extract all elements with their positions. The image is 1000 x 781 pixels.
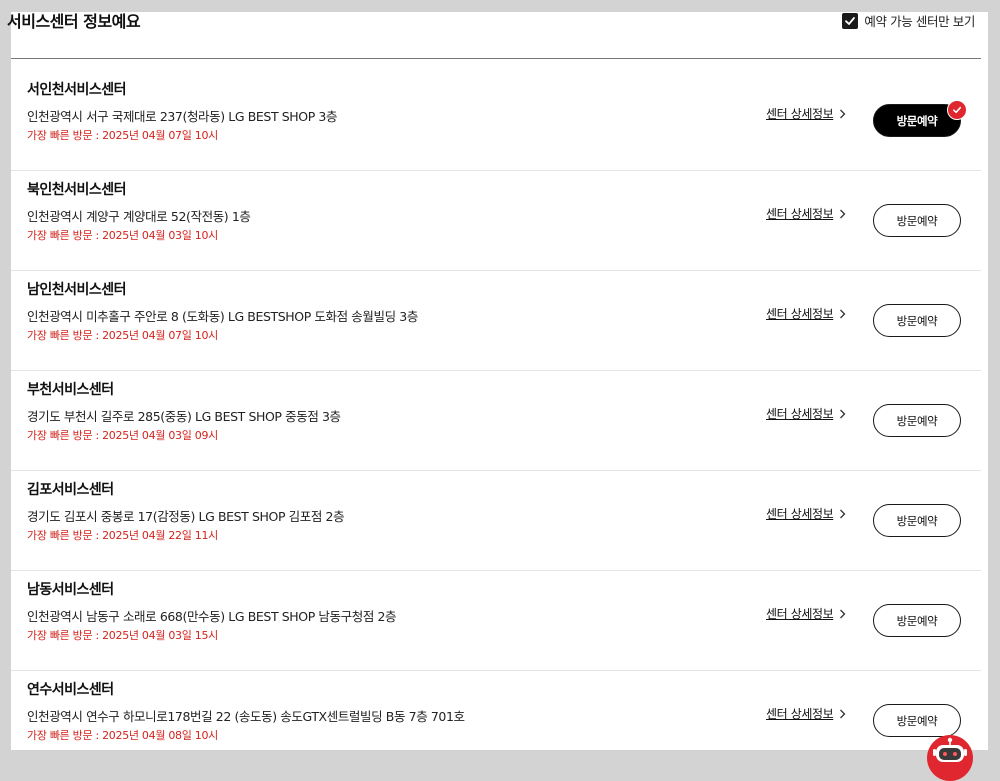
page-title: 서비스센터 정보예요: [7, 12, 141, 31]
earliest-visit: 가장 빠른 방문 : 2025년 04월 07일 10시: [27, 129, 218, 142]
center-name: 부천서비스센터: [27, 382, 114, 398]
center-detail-label: 센터 상세정보: [766, 307, 834, 321]
chevron-right-icon: [840, 709, 846, 718]
chevron-right-icon: [840, 109, 846, 118]
chevron-right-icon: [840, 409, 846, 418]
earliest-visit: 가장 빠른 방문 : 2025년 04월 08일 10시: [27, 729, 218, 742]
center-row: 남동서비스센터 인천광역시 남동구 소래로 668(만수동) LG BEST S…: [11, 571, 981, 671]
panel-header: 서비스센터 정보예요 예약 가능 센터만 보기: [7, 11, 981, 59]
visit-reserve-button[interactable]: 방문예약: [873, 404, 961, 437]
chevron-right-icon: [840, 509, 846, 518]
visit-reserve-button[interactable]: 방문예약: [873, 704, 961, 737]
center-address: 인천광역시 계양구 계양대로 52(작전동) 1층: [27, 209, 251, 224]
visit-reserve-button[interactable]: 방문예약: [873, 504, 961, 537]
center-detail-label: 센터 상세정보: [766, 107, 834, 121]
center-detail-label: 센터 상세정보: [766, 407, 834, 421]
center-row: 남인천서비스센터 인천광역시 미추홀구 주안로 8 (도화동) LG BESTS…: [11, 271, 981, 371]
center-address: 인천광역시 연수구 하모니로178번길 22 (송도동) 송도GTX센트럴빌딩 …: [27, 709, 465, 724]
center-detail-link[interactable]: 센터 상세정보: [766, 505, 846, 522]
service-center-panel: 서비스센터 정보예요 예약 가능 센터만 보기 서인천서비스센터 인천광역시 서…: [7, 11, 988, 750]
center-row: 부천서비스센터 경기도 부천시 길주로 285(중동) LG BEST SHOP…: [11, 371, 981, 471]
earliest-visit: 가장 빠른 방문 : 2025년 04월 03일 09시: [27, 429, 218, 442]
center-list: 서인천서비스센터 인천광역시 서구 국제대로 237(청라동) LG BEST …: [11, 71, 981, 770]
center-detail-link[interactable]: 센터 상세정보: [766, 605, 846, 622]
center-row: 연수서비스센터 인천광역시 연수구 하모니로178번길 22 (송도동) 송도G…: [11, 671, 981, 770]
chatbot-button[interactable]: [927, 735, 973, 781]
center-address: 인천광역시 남동구 소래로 668(만수동) LG BEST SHOP 남동구청…: [27, 609, 397, 624]
visit-reserve-button[interactable]: 방문예약: [873, 204, 961, 237]
earliest-visit: 가장 빠른 방문 : 2025년 04월 03일 10시: [27, 229, 218, 242]
visit-reserve-button[interactable]: 방문예약: [873, 304, 961, 337]
available-only-label: 예약 가능 센터만 보기: [864, 14, 975, 29]
center-row: 북인천서비스센터 인천광역시 계양구 계양대로 52(작전동) 1층 가장 빠른…: [11, 171, 981, 271]
center-detail-label: 센터 상세정보: [766, 207, 834, 221]
center-detail-label: 센터 상세정보: [766, 607, 834, 621]
chevron-right-icon: [840, 309, 846, 318]
center-name: 서인천서비스센터: [27, 82, 127, 98]
center-address: 경기도 부천시 길주로 285(중동) LG BEST SHOP 중동점 3층: [27, 409, 341, 424]
center-detail-link[interactable]: 센터 상세정보: [766, 205, 846, 222]
center-name: 김포서비스센터: [27, 482, 114, 498]
center-detail-label: 센터 상세정보: [766, 707, 834, 721]
center-name: 남인천서비스센터: [27, 282, 127, 298]
center-detail-label: 센터 상세정보: [766, 507, 834, 521]
center-name: 연수서비스센터: [27, 682, 114, 698]
chevron-right-icon: [840, 609, 846, 618]
center-address: 경기도 김포시 중봉로 17(감정동) LG BEST SHOP 김포점 2층: [27, 509, 345, 524]
available-only-filter[interactable]: 예약 가능 센터만 보기: [842, 11, 975, 30]
earliest-visit: 가장 빠른 방문 : 2025년 04월 22일 11시: [27, 529, 218, 542]
center-address: 인천광역시 서구 국제대로 237(청라동) LG BEST SHOP 3층: [27, 109, 338, 124]
center-address: 인천광역시 미추홀구 주안로 8 (도화동) LG BESTSHOP 도화점 송…: [27, 309, 418, 324]
center-name: 북인천서비스센터: [27, 182, 127, 198]
center-row: 서인천서비스센터 인천광역시 서구 국제대로 237(청라동) LG BEST …: [11, 71, 981, 171]
check-badge-icon: [947, 100, 967, 120]
available-only-checkbox[interactable]: [842, 12, 859, 29]
center-detail-link[interactable]: 센터 상세정보: [766, 405, 846, 422]
checkmark-icon: [845, 16, 856, 25]
visit-reserve-button[interactable]: 방문예약: [873, 604, 961, 637]
center-row: 김포서비스센터 경기도 김포시 중봉로 17(감정동) LG BEST SHOP…: [11, 471, 981, 571]
center-detail-link[interactable]: 센터 상세정보: [766, 305, 846, 322]
chevron-right-icon: [840, 209, 846, 218]
center-name: 남동서비스센터: [27, 582, 114, 598]
earliest-visit: 가장 빠른 방문 : 2025년 04월 07일 10시: [27, 329, 218, 342]
center-detail-link[interactable]: 센터 상세정보: [766, 105, 846, 122]
center-detail-link[interactable]: 센터 상세정보: [766, 705, 846, 722]
earliest-visit: 가장 빠른 방문 : 2025년 04월 03일 15시: [27, 629, 218, 642]
